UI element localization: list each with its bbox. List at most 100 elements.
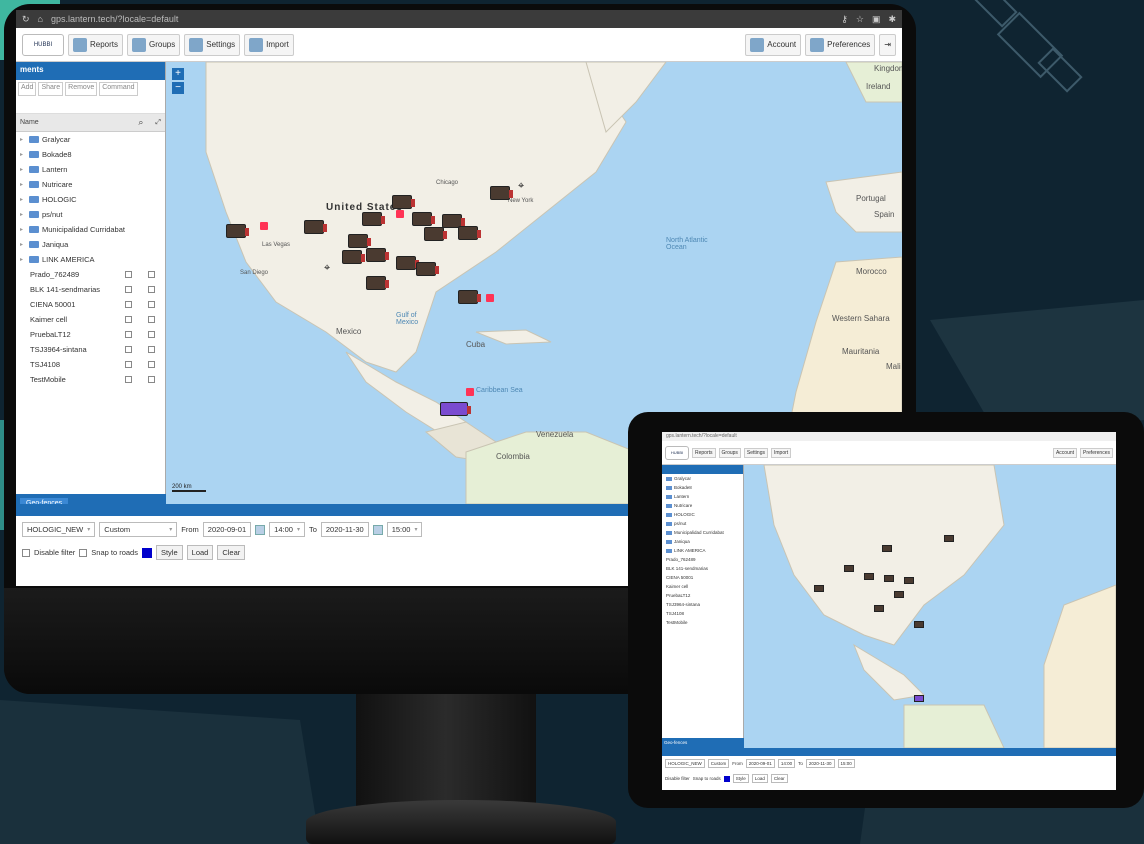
calendar-icon[interactable] xyxy=(372,524,383,535)
tablet-vehicle-marker[interactable] xyxy=(882,545,892,552)
alert-marker[interactable] xyxy=(486,294,494,302)
tablet-group-row[interactable]: Nutricare xyxy=(662,501,743,510)
expand-arrow-icon[interactable]: ▸ xyxy=(20,211,26,218)
tablet-tab-geofences[interactable]: Geo-fences xyxy=(662,738,744,748)
tablet-device-row[interactable]: TSJ4108 xyxy=(662,609,743,618)
vehicle-marker[interactable] xyxy=(362,212,385,226)
device-visible-checkbox[interactable] xyxy=(125,301,132,308)
expand-arrow-icon[interactable]: ▸ xyxy=(20,196,26,203)
vehicle-marker[interactable] xyxy=(416,262,439,276)
tablet-vehicle-marker[interactable] xyxy=(894,591,904,598)
tablet-clear-button[interactable]: Clear xyxy=(770,774,788,783)
vehicle-marker[interactable] xyxy=(458,226,481,240)
tablet-device-row[interactable]: PruebaLT12 xyxy=(662,591,743,600)
tablet-vehicle-marker[interactable] xyxy=(884,575,894,582)
group-row[interactable]: ▸ LINK AMERICA xyxy=(16,252,165,267)
search-icon[interactable]: ⌕ xyxy=(138,117,143,128)
device-select[interactable]: HOLOGIC_NEW ▾ xyxy=(22,522,96,537)
snap-to-roads-checkbox[interactable] xyxy=(79,548,88,557)
device-row[interactable]: Prado_762489 xyxy=(16,267,165,282)
tablet-group-row[interactable]: Municipalidad Curridabat xyxy=(662,528,743,537)
zoom-out-button[interactable]: − xyxy=(172,82,184,94)
expand-arrow-icon[interactable]: ▸ xyxy=(20,256,26,263)
device-row[interactable]: TestMobile xyxy=(16,372,165,387)
vehicle-marker[interactable] xyxy=(392,195,415,209)
tablet-device-select[interactable]: HOLOGIC_NEW xyxy=(665,759,705,768)
tablet-to-time[interactable]: 15:00 xyxy=(837,759,855,768)
tablet-settings-button[interactable]: Settings xyxy=(743,447,768,458)
command-device-button[interactable]: Command xyxy=(99,82,138,96)
device-visible-checkbox[interactable] xyxy=(125,376,132,383)
tablet-group-row[interactable]: Lantern xyxy=(662,492,743,501)
tablet-device-row[interactable]: BLK 141-sendmarias xyxy=(662,564,743,573)
group-row[interactable]: ▸ Janiqua xyxy=(16,237,165,252)
groups-button[interactable]: Groups xyxy=(127,33,181,56)
disable-filter-checkbox[interactable] xyxy=(22,548,30,557)
address-bar[interactable]: gps.lantern.tech/?locale=default xyxy=(51,14,178,24)
device-visible-checkbox[interactable] xyxy=(125,271,132,278)
group-row[interactable]: ▸ Nutricare xyxy=(16,177,165,192)
tablet-vehicle-marker[interactable] xyxy=(914,621,924,628)
device-visible-checkbox[interactable] xyxy=(125,361,132,368)
tablet-group-row[interactable]: Janiqua xyxy=(662,537,743,546)
group-row[interactable]: ▸ ps/nut xyxy=(16,207,165,222)
group-row[interactable]: ▸ Bokade8 xyxy=(16,147,165,162)
vehicle-marker[interactable] xyxy=(458,290,481,304)
period-select[interactable]: Custom ▾ xyxy=(99,522,178,537)
star-icon[interactable]: ☆ xyxy=(856,14,864,25)
tablet-vehicle-marker[interactable] xyxy=(874,605,884,612)
back-icon[interactable]: ↻ xyxy=(22,14,30,25)
home-icon[interactable]: ⌂ xyxy=(38,14,43,24)
group-row[interactable]: ▸ Municipalidad Curridabat xyxy=(16,222,165,237)
device-follow-checkbox[interactable] xyxy=(148,346,155,353)
vehicle-cluster-marker[interactable] xyxy=(440,402,471,416)
clear-button[interactable]: Clear xyxy=(217,545,246,560)
tablet-route-color-swatch[interactable] xyxy=(723,775,730,782)
tablet-device-row[interactable]: CIENA 50001 xyxy=(662,573,743,582)
key-icon[interactable]: ⚷ xyxy=(841,14,848,25)
expand-arrow-icon[interactable]: ▸ xyxy=(20,166,26,173)
device-follow-checkbox[interactable] xyxy=(148,316,155,323)
vehicle-marker[interactable] xyxy=(396,256,419,270)
remove-device-button[interactable]: Remove xyxy=(65,82,98,96)
device-follow-checkbox[interactable] xyxy=(148,376,155,383)
group-row[interactable]: ▸ Lantern xyxy=(16,162,165,177)
tablet-disable-filter[interactable]: Disable filter xyxy=(665,776,690,781)
tablet-vehicle-marker[interactable] xyxy=(844,565,854,572)
device-visible-checkbox[interactable] xyxy=(125,346,132,353)
expand-arrow-icon[interactable]: ▸ xyxy=(20,151,26,158)
expand-arrow-icon[interactable]: ▸ xyxy=(20,241,26,248)
tablet-map-view[interactable] xyxy=(744,464,1116,749)
tablet-group-row[interactable]: LINK AMERICA xyxy=(662,546,743,555)
vehicle-marker[interactable] xyxy=(366,248,389,262)
device-visible-checkbox[interactable] xyxy=(125,316,132,323)
tablet-from-time[interactable]: 14:00 xyxy=(777,759,796,768)
vehicle-marker[interactable] xyxy=(412,212,435,226)
tablet-vehicle-marker[interactable] xyxy=(904,577,914,584)
alert-marker[interactable] xyxy=(396,210,404,218)
device-search-input[interactable] xyxy=(16,98,165,114)
tablet-snap-to-roads[interactable]: Snap to roads xyxy=(693,776,721,781)
expand-arrow-icon[interactable]: ▸ xyxy=(20,181,26,188)
device-row[interactable]: BLK 141-sendmarias xyxy=(16,282,165,297)
tablet-vehicle-marker[interactable] xyxy=(944,535,954,542)
tablet-to-date[interactable]: 2020-11-30 xyxy=(805,759,835,768)
tablet-device-row[interactable]: Kaimer cell xyxy=(662,582,743,591)
device-row[interactable]: PruebaLT12 xyxy=(16,327,165,342)
device-row[interactable]: Kaimer cell xyxy=(16,312,165,327)
tablet-group-row[interactable]: Gralycar xyxy=(662,474,743,483)
device-row[interactable]: CIENA 50001 xyxy=(16,297,165,312)
tablet-from-date[interactable]: 2020-09-01 xyxy=(745,759,775,768)
expand-icon[interactable]: ⤢ xyxy=(155,119,161,127)
to-date-input[interactable]: 2020-11-30 xyxy=(320,522,369,537)
tablet-groups-button[interactable]: Groups xyxy=(718,447,741,458)
account-button[interactable]: Account xyxy=(745,33,802,56)
tablet-group-row[interactable]: HOLOGIC xyxy=(662,510,743,519)
vehicle-marker[interactable] xyxy=(424,227,447,241)
location-pin-icon[interactable]: ⌖ xyxy=(324,262,330,275)
tablet-device-row[interactable]: TSJ3964-sintana xyxy=(662,600,743,609)
device-follow-checkbox[interactable] xyxy=(148,301,155,308)
tablet-browser-bar[interactable]: gps.lantern.tech/?locale=default xyxy=(662,432,1116,441)
import-button[interactable]: Import xyxy=(244,33,294,56)
share-device-button[interactable]: Share xyxy=(38,82,64,96)
